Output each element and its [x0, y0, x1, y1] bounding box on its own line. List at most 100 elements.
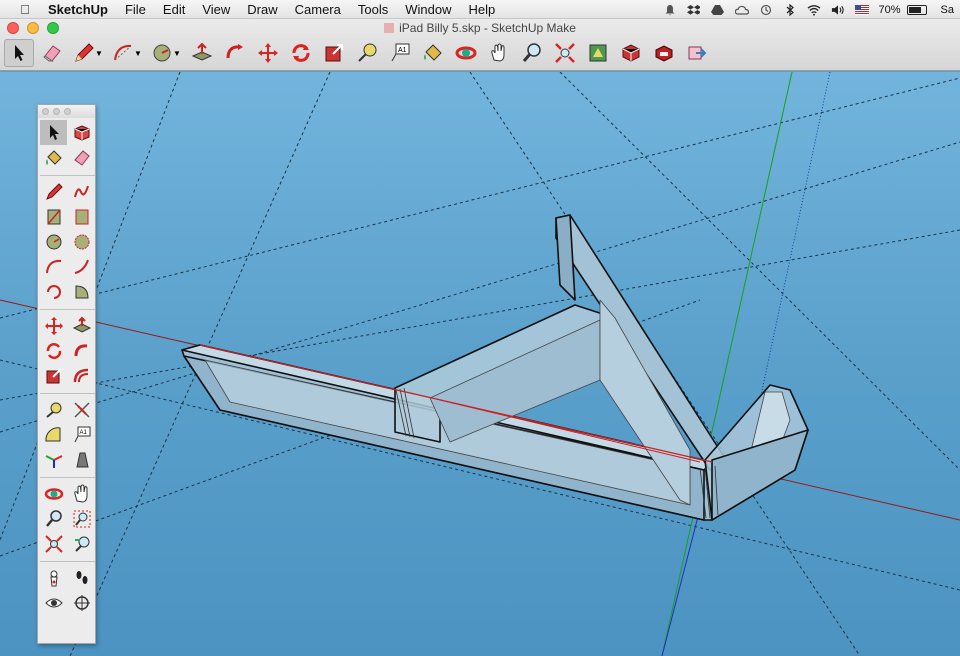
- palette-move-tool[interactable]: [40, 313, 67, 338]
- menu-draw[interactable]: Draw: [247, 2, 277, 17]
- palette-paint-tool[interactable]: [40, 145, 67, 170]
- toolbar-scale-button[interactable]: [319, 39, 349, 67]
- paint-bucket-icon: [45, 149, 62, 165]
- palette-zoom-tool[interactable]: [40, 506, 67, 531]
- palette-look-around-tool[interactable]: [40, 590, 67, 615]
- palette-position-camera-tool[interactable]: [40, 565, 67, 590]
- toolbar-rotate-button[interactable]: [286, 39, 316, 67]
- palette-followme-tool[interactable]: [68, 338, 95, 363]
- palette-close-button[interactable]: [42, 108, 49, 115]
- window-titlebar: iPad Billy 5.skp - SketchUp Make ▼ ▼ ▼ A…: [0, 19, 960, 71]
- input-source-flag-icon[interactable]: [854, 4, 869, 16]
- palette-titlebar[interactable]: [38, 105, 95, 118]
- toolbar-zoom-extents-button[interactable]: [550, 39, 580, 67]
- rectangle-icon: [46, 209, 61, 224]
- palette-orbit-tool[interactable]: [40, 481, 67, 506]
- menu-bar:  SketchUp File Edit View Draw Camera To…: [0, 0, 960, 19]
- scale-icon: [46, 367, 62, 383]
- toolbar-followme-button[interactable]: [220, 39, 250, 67]
- palette-circle-tool[interactable]: [40, 229, 67, 254]
- menu-camera[interactable]: Camera: [295, 2, 341, 17]
- palette-2pt-arc-tool[interactable]: [68, 254, 95, 279]
- palette-rotate-tool[interactable]: [40, 338, 67, 363]
- palette-tape-tool[interactable]: [40, 397, 67, 422]
- palette-previous-view-tool[interactable]: [68, 531, 95, 556]
- scene-canvas: [0, 72, 960, 656]
- toolbar-tape-button[interactable]: [352, 39, 382, 67]
- toolbar-pencil-button[interactable]: ▼: [70, 39, 106, 67]
- palette-minimize-button[interactable]: [53, 108, 60, 115]
- tape-measure-icon: [45, 402, 61, 418]
- palette-scale-tool[interactable]: [40, 363, 67, 388]
- toolbar-pushpull-button[interactable]: [187, 39, 217, 67]
- toolbar-circle-button[interactable]: ▼: [148, 39, 184, 67]
- rotated-rectangle-icon: [75, 209, 88, 224]
- palette-eraser-tool[interactable]: [68, 145, 95, 170]
- window-title: iPad Billy 5.skp - SketchUp Make: [0, 21, 960, 35]
- pan-hand-icon: [73, 484, 87, 503]
- menu-file[interactable]: File: [125, 2, 146, 17]
- palette-pie-tool[interactable]: [68, 279, 95, 304]
- palette-select-tool[interactable]: [40, 120, 67, 145]
- palette-text-tool[interactable]: A1: [68, 422, 95, 447]
- wifi-icon[interactable]: [807, 4, 821, 16]
- toolbar-select-button[interactable]: [4, 39, 34, 67]
- move-icon: [44, 316, 63, 335]
- toolbar-warehouse-button[interactable]: [583, 39, 613, 67]
- menu-app-name[interactable]: SketchUp: [48, 2, 108, 17]
- palette-pan-tool[interactable]: [68, 481, 95, 506]
- drive-icon[interactable]: [711, 4, 725, 16]
- palette-3d-text-tool[interactable]: [68, 447, 95, 472]
- bluetooth-icon[interactable]: [783, 3, 797, 16]
- apple-icon[interactable]: : [16, 2, 34, 17]
- toolbar-share-model-button[interactable]: [682, 39, 712, 67]
- palette-pushpull-tool[interactable]: [68, 313, 95, 338]
- palette-freehand-tool[interactable]: [68, 179, 95, 204]
- menu-view[interactable]: View: [202, 2, 230, 17]
- palette-rectangle-tool[interactable]: [40, 204, 67, 229]
- toolbar-components-button[interactable]: [616, 39, 646, 67]
- toolbar-extension-warehouse-button[interactable]: [649, 39, 679, 67]
- dropdown-arrow-icon: ▼: [95, 48, 103, 58]
- menu-window[interactable]: Window: [405, 2, 451, 17]
- toolbar-zoom-button[interactable]: [517, 39, 547, 67]
- toolbar-orbit-button[interactable]: [451, 39, 481, 67]
- dropbox-icon[interactable]: [687, 4, 701, 16]
- time-machine-icon[interactable]: [759, 4, 773, 16]
- palette-3pt-arc-tool[interactable]: [40, 279, 67, 304]
- notification-icon[interactable]: [663, 4, 677, 16]
- palette-polygon-tool[interactable]: [68, 229, 95, 254]
- toolbar-paint-button[interactable]: [418, 39, 448, 67]
- cloud-icon[interactable]: [734, 4, 749, 16]
- toolbar-text-button[interactable]: A1: [385, 39, 415, 67]
- palette-axes-tool[interactable]: [40, 447, 67, 472]
- toolbar-pan-button[interactable]: [484, 39, 514, 67]
- palette-make-component-tool[interactable]: [68, 120, 95, 145]
- menu-tools[interactable]: Tools: [358, 2, 388, 17]
- menu-edit[interactable]: Edit: [163, 2, 185, 17]
- palette-line-tool[interactable]: [40, 179, 67, 204]
- menu-help[interactable]: Help: [468, 2, 495, 17]
- toolbar-arc-button[interactable]: ▼: [109, 39, 145, 67]
- axes-icon: [45, 454, 62, 468]
- palette-dimension-tool[interactable]: [68, 397, 95, 422]
- palette-zoom-extents-tool[interactable]: [40, 531, 67, 556]
- palette-section-plane-tool[interactable]: [68, 590, 95, 615]
- palette-zoom-button[interactable]: [64, 108, 71, 115]
- clock-text[interactable]: Sa: [941, 4, 954, 16]
- palette-zoom-window-tool[interactable]: [68, 506, 95, 531]
- volume-icon[interactable]: [831, 4, 845, 16]
- palette-arc-tool[interactable]: [40, 254, 67, 279]
- model-viewport[interactable]: [0, 72, 960, 656]
- toolbar-eraser-button[interactable]: [37, 39, 67, 67]
- ipad-stand-model[interactable]: [181, 214, 809, 521]
- toolbar-move-button[interactable]: [253, 39, 283, 67]
- battery-icon[interactable]: [906, 4, 927, 15]
- select-arrow-icon: [15, 45, 24, 61]
- window-title-text: iPad Billy 5.skp - SketchUp Make: [399, 21, 576, 35]
- palette-offset-tool[interactable]: [68, 363, 95, 388]
- palette-protractor-tool[interactable]: [40, 422, 67, 447]
- components-icon: [622, 44, 640, 62]
- palette-walk-tool[interactable]: [68, 565, 95, 590]
- palette-rotated-rectangle-tool[interactable]: [68, 204, 95, 229]
